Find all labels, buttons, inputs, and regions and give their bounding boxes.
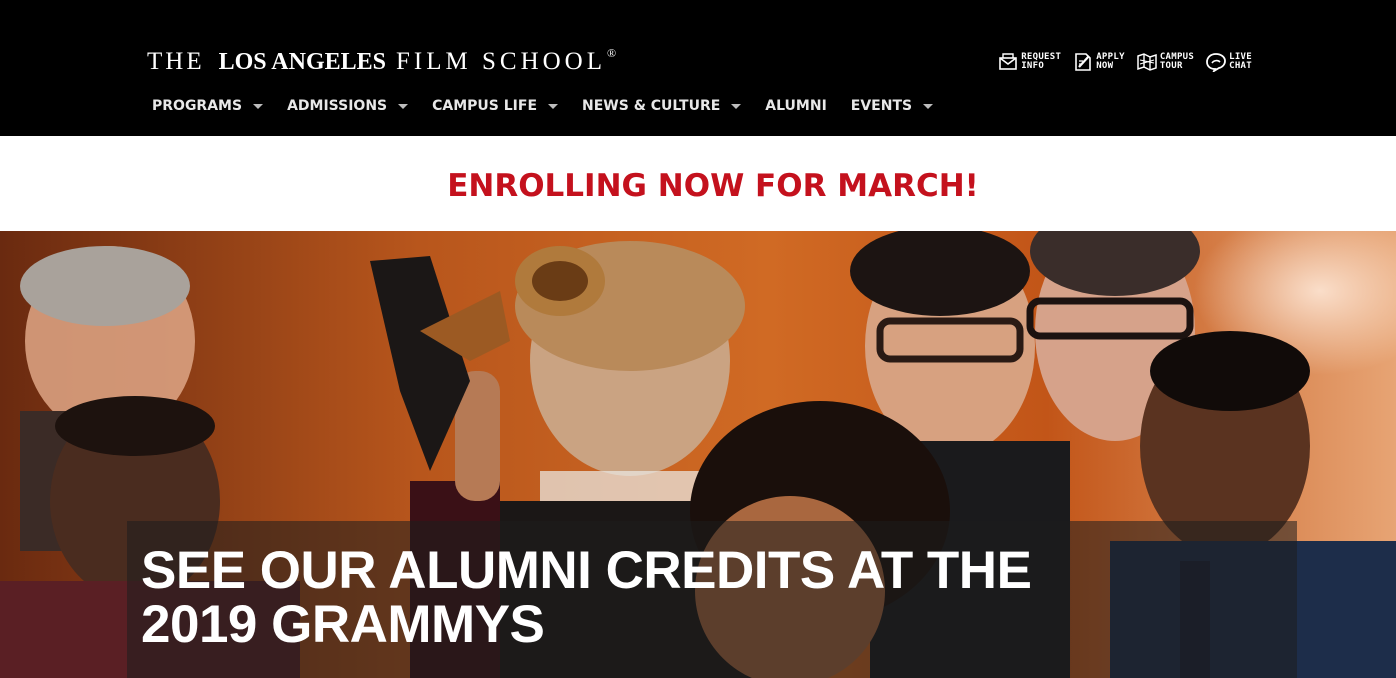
nav-campus-life-label: CAMPUS LIFE xyxy=(432,98,538,114)
request-info-line2: INFO xyxy=(1021,61,1045,71)
chevron-down-icon xyxy=(548,103,559,109)
request-info-link[interactable]: REQUEST INFO xyxy=(998,52,1061,72)
campus-tour-line2: TOUR xyxy=(1159,61,1183,71)
chevron-down-icon xyxy=(731,103,742,109)
hero-headline-line1: SEE OUR ALUMNI CREDITS AT THE xyxy=(141,541,1032,600)
pencil-form-icon xyxy=(1075,53,1092,71)
chat-bubble-icon xyxy=(1206,53,1227,72)
chevron-down-icon xyxy=(253,103,264,109)
utility-links: REQUEST INFO APPLY NOW CAMPUS TOUR LIVE … xyxy=(998,52,1252,72)
map-fold-icon xyxy=(1137,53,1157,71)
nav-admissions[interactable]: ADMISSIONS xyxy=(287,98,409,114)
logo-los-angeles: LOS ANGELES xyxy=(218,49,387,75)
apply-now-link[interactable]: APPLY NOW xyxy=(1073,52,1125,72)
hero-headline[interactable]: SEE OUR ALUMNI CREDITS AT THE 2019 GRAMM… xyxy=(141,544,1141,652)
envelope-icon xyxy=(999,53,1017,70)
live-chat-line2: CHAT xyxy=(1229,61,1252,71)
logo-film-school: FILM SCHOOL xyxy=(396,48,607,75)
nav-admissions-label: ADMISSIONS xyxy=(287,98,388,114)
nav-news-culture[interactable]: NEWS & CULTURE xyxy=(582,98,742,114)
apply-now-line2: NOW xyxy=(1096,61,1114,71)
nav-events-label: EVENTS xyxy=(850,98,913,114)
chevron-down-icon xyxy=(398,103,409,109)
campus-tour-link[interactable]: CAMPUS TOUR xyxy=(1137,52,1194,72)
nav-campus-life[interactable]: CAMPUS LIFE xyxy=(432,98,559,114)
live-chat-link[interactable]: LIVE CHAT xyxy=(1206,52,1252,72)
nav-alumni[interactable]: ALUMNI xyxy=(765,98,826,114)
nav-programs-label: PROGRAMS xyxy=(152,98,243,114)
nav-alumni-label: ALUMNI xyxy=(765,98,827,114)
hero-slide[interactable]: SEE OUR ALUMNI CREDITS AT THE 2019 GRAMM… xyxy=(0,231,1396,678)
nav-news-culture-label: NEWS & CULTURE xyxy=(582,98,721,114)
nav-events[interactable]: EVENTS xyxy=(850,98,934,114)
nav-programs[interactable]: PROGRAMS xyxy=(152,98,264,114)
logo-registered-mark: ® xyxy=(607,46,617,60)
main-nav: PROGRAMS ADMISSIONS CAMPUS LIFE NEWS & C… xyxy=(152,98,957,114)
logo-the: THE xyxy=(147,48,205,75)
site-logo[interactable]: THE LOS ANGELES FILM SCHOOL ® xyxy=(147,46,617,76)
hero-headline-line2: 2019 GRAMMYS xyxy=(141,595,545,654)
enroll-banner-text: ENROLLING NOW FOR MARCH! xyxy=(447,167,979,204)
chevron-down-icon xyxy=(923,103,934,109)
site-header: THE LOS ANGELES FILM SCHOOL ® REQUEST IN… xyxy=(0,0,1396,136)
enroll-banner[interactable]: ENROLLING NOW FOR MARCH! xyxy=(0,136,1396,231)
